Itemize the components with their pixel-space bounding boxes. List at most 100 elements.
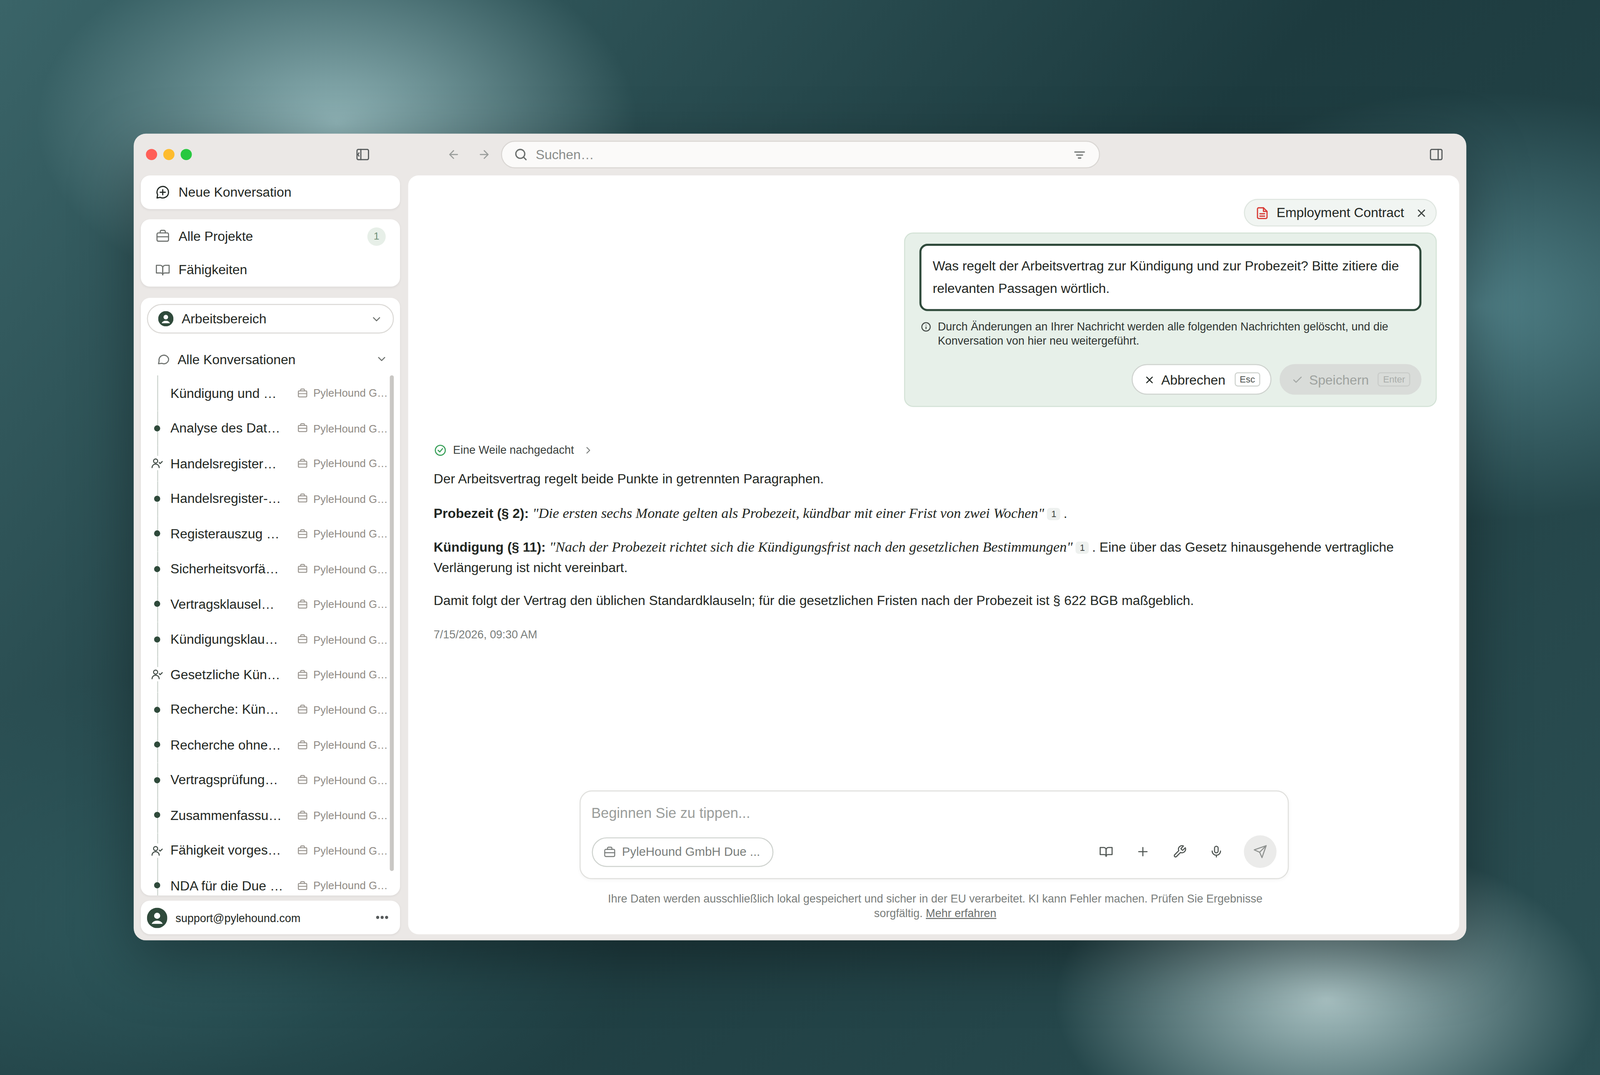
status-dot: [154, 882, 161, 889]
user-avatar-icon: [147, 907, 168, 928]
filter-icon[interactable]: [1072, 147, 1087, 162]
privacy-footer: Ihre Daten werden ausschließlich lokal g…: [598, 891, 1272, 920]
attachment-chip[interactable]: Employment Contract: [1243, 198, 1437, 227]
conversations-header[interactable]: Alle Konversationen: [147, 343, 395, 375]
tools-wrench-icon[interactable]: [1172, 844, 1187, 859]
project-icon: [297, 844, 309, 856]
learn-more-link[interactable]: Mehr erfahren: [925, 906, 997, 919]
search-placeholder: Suchen…: [535, 146, 1066, 163]
new-conversation-button[interactable]: Neue Konversation: [140, 175, 400, 210]
timeline-marker: [149, 586, 166, 622]
check-circle-icon: [433, 443, 448, 457]
response-paragraph: Damit folgt der Vertrag den üblichen Sta…: [433, 590, 1429, 611]
search-bar[interactable]: Suchen…: [500, 140, 1100, 169]
status-dot: [154, 741, 161, 748]
sidebar-toggle-icon[interactable]: [355, 146, 371, 163]
close-button[interactable]: [145, 148, 158, 160]
briefcase-icon: [155, 228, 171, 244]
remove-attachment-icon[interactable]: [1415, 206, 1428, 219]
contract-quote: "Nach der Probezeit richtet sich die Kün…: [549, 539, 1073, 555]
project-icon: [602, 845, 616, 859]
conversation-item[interactable]: Sicherheitsvorfä…PyleHound G…: [147, 551, 388, 587]
zoom-button[interactable]: [180, 148, 192, 160]
status-dot: [154, 495, 161, 502]
conversation-list: Kündigung und …PyleHound G…Analyse des D…: [147, 375, 388, 896]
project-icon: [297, 633, 309, 645]
conversation-item[interactable]: Analyse des Dat…PyleHound G…: [147, 410, 388, 446]
timeline-marker: [149, 375, 166, 411]
conversation-item[interactable]: Kündigungsklau…PyleHound G…: [147, 621, 388, 657]
status-dot: [154, 425, 161, 432]
expand-chevron-icon[interactable]: [375, 352, 388, 365]
project-icon: [297, 527, 309, 540]
conversation-item[interactable]: Registerauszug …PyleHound G…: [147, 516, 388, 552]
sidebar: Neue KonversationAlle Projekte1Fähigkeit…: [140, 175, 400, 935]
save-button: SpeichernEnter: [1279, 364, 1422, 395]
status-dot: [154, 777, 161, 784]
citation-badge[interactable]: 1: [1075, 541, 1090, 554]
status-dot: [154, 636, 161, 643]
shared-user-icon: [150, 843, 163, 858]
user-menu[interactable]: support@pylehound.com: [140, 900, 400, 935]
conversation-item[interactable]: Recherche ohne…PyleHound G…: [147, 727, 388, 763]
timeline-marker: [149, 727, 166, 763]
conversations-panel: ArbeitsbereichAlle KonversationenKündigu…: [140, 297, 400, 896]
status-dot: [154, 706, 161, 713]
forward-arrow-icon[interactable]: [477, 147, 491, 162]
message-input[interactable]: Was regelt der Arbeitsvertrag zur Kündig…: [919, 243, 1422, 312]
conversation-item[interactable]: Vertragsprüfung…PyleHound G…: [147, 762, 388, 798]
right-panel-icon[interactable]: [1428, 146, 1445, 163]
skills-book-icon[interactable]: [1098, 844, 1113, 859]
timeline-marker: [149, 656, 166, 692]
more-dots-icon[interactable]: [374, 909, 390, 925]
conversation-item[interactable]: Zusammenfassu…PyleHound G…: [147, 797, 388, 833]
nav-item[interactable]: Alle Projekte1: [140, 219, 400, 253]
response-paragraph: Der Arbeitsvertrag regelt beide Punkte i…: [433, 469, 1429, 490]
title-bar: Suchen…: [133, 133, 1467, 176]
sidebar-nav: Alle Projekte1Fähigkeiten: [140, 219, 400, 287]
scrollbar-thumb[interactable]: [390, 375, 395, 872]
shared-user-icon: [150, 667, 163, 682]
conversation-item[interactable]: Gesetzliche Kün…PyleHound G…: [147, 656, 388, 692]
timeline-marker: [149, 445, 166, 481]
project-icon: [297, 774, 309, 786]
timeline-marker: [149, 551, 166, 587]
timeline-marker: [149, 480, 166, 516]
conversation-item[interactable]: Handelsregister…PyleHound G…: [147, 445, 388, 481]
project-icon: [297, 880, 309, 892]
conversation-item[interactable]: Fähigkeit vorges…PyleHound G…: [147, 832, 388, 868]
response-paragraph: Probezeit (§ 2): "Die ersten sechs Monat…: [433, 503, 1429, 524]
x-icon: [1143, 373, 1155, 385]
citation-badge[interactable]: 1: [1047, 507, 1061, 520]
workspace-avatar-icon: [158, 311, 174, 327]
send-icon: [1252, 844, 1267, 859]
project-selector[interactable]: PyleHound GmbH Due ...: [591, 836, 774, 867]
thinking-toggle[interactable]: Eine Weile nachgedacht: [433, 441, 1429, 458]
status-dot: [154, 565, 161, 573]
desktop-background: Suchen…Neue KonversationAlle Projekte1Fä…: [0, 0, 1600, 1075]
timeline-marker: [149, 692, 166, 728]
cancel-button[interactable]: AbbrechenEsc: [1131, 364, 1272, 395]
conversation-item[interactable]: Recherche: Kün…PyleHound G…: [147, 692, 388, 728]
book-icon: [155, 262, 171, 278]
conversation-item[interactable]: Handelsregister-…PyleHound G…: [147, 480, 388, 516]
nav-item[interactable]: Fähigkeiten: [140, 252, 400, 287]
search-icon: [513, 146, 529, 163]
chevron-right-icon: [582, 444, 595, 456]
conversation-item[interactable]: NDA für die Due …PyleHound G…: [147, 867, 388, 896]
contract-quote: "Die ersten sechs Monate gelten als Prob…: [532, 505, 1045, 521]
timestamp: 7/15/2026, 09:30 AM: [433, 627, 1429, 640]
pdf-file-icon: [1255, 205, 1270, 220]
back-arrow-icon[interactable]: [447, 147, 461, 162]
composer-input[interactable]: Beginnen Sie zu tippen...: [591, 802, 1276, 823]
response-paragraph: Kündigung (§ 11): "Nach der Probezeit ri…: [433, 537, 1429, 578]
send-button[interactable]: [1243, 835, 1276, 868]
minimize-button[interactable]: [163, 148, 175, 160]
timeline-marker: [149, 832, 166, 868]
workspace-select[interactable]: Arbeitsbereich: [147, 303, 395, 334]
conversation-item[interactable]: Kündigung und …PyleHound G…: [147, 375, 388, 411]
scrollbar[interactable]: [390, 375, 395, 896]
conversation-item[interactable]: Vertragsklausel…PyleHound G…: [147, 586, 388, 622]
add-plus-icon[interactable]: [1135, 844, 1150, 859]
microphone-icon[interactable]: [1208, 844, 1223, 859]
